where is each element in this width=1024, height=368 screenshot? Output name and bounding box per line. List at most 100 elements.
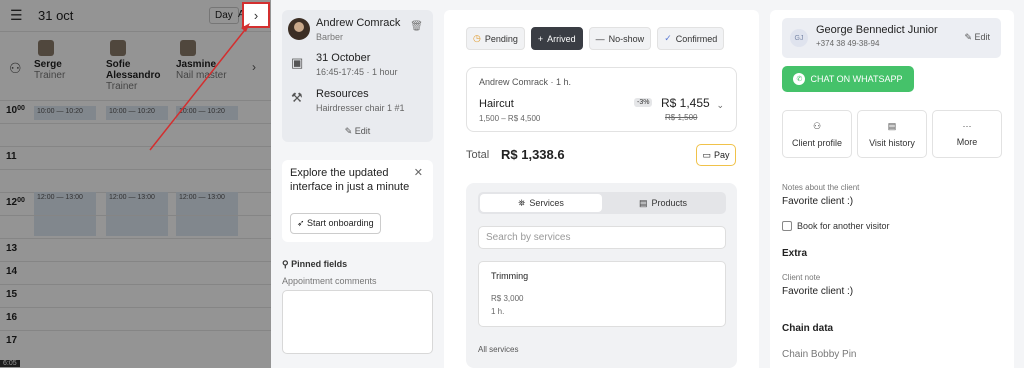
service-name: Haircut [479, 98, 514, 110]
clock-icon: ◷ [473, 33, 481, 43]
annotation-arrow [149, 23, 250, 151]
client-avatar: GJ [790, 29, 808, 47]
status-confirmed-button[interactable]: ✓ Confirmed [657, 27, 725, 50]
catalog-tabs: ⛯ Services ▤ Products [478, 192, 726, 214]
master-name: Andrew Comrack [316, 17, 401, 29]
pin-icon: ⚲ [282, 259, 292, 269]
avatar [110, 40, 126, 56]
appointment-slot[interactable]: 10:00 — 10:20 [34, 106, 96, 120]
history-icon: ▤ [887, 121, 897, 131]
master-edit-button[interactable]: ✎ Edit [282, 126, 433, 137]
appointment-panel: ◷ Pending + Arrived — No-show ✓ Confirmed An… [444, 10, 759, 368]
client-panel: GJ George Bennedict Junior +374 38 49-38… [770, 10, 1014, 368]
client-profile-button[interactable]: ⚇ Client profile [782, 110, 852, 158]
chevron-down-icon[interactable]: ⌄ [716, 100, 724, 111]
total-value: R$ 1,338.6 [501, 147, 565, 162]
selected-service-card[interactable]: Andrew Comrack · 1 h. Haircut 1,500 – R$… [466, 67, 737, 132]
service-header: Andrew Comrack · 1 h. [479, 77, 572, 87]
more-button[interactable]: ··· More [932, 110, 1002, 158]
services-icon: ⛯ [518, 197, 526, 208]
item-name: Trimming [491, 271, 529, 281]
calendar-icon: ▣ [291, 55, 304, 70]
service-list-item[interactable]: Trimming R$ 3,000 1 h. [478, 261, 726, 327]
item-price: R$ 3,000 [491, 294, 524, 303]
status-arrived-button[interactable]: + Arrived [530, 27, 583, 50]
status-no-show-button[interactable]: — No-show [588, 27, 652, 50]
visit-history-button[interactable]: ▤ Visit history [857, 110, 927, 158]
check-icon: ✓ [664, 33, 672, 43]
appointment-comments-label: Appointment comments [282, 276, 377, 286]
resources-label: Resources [316, 88, 369, 100]
hour-row: 17 [0, 330, 271, 353]
hour-label: 15 [6, 289, 18, 300]
hour-row [0, 169, 271, 192]
hour-label: 17 [6, 335, 18, 346]
service-search-input[interactable]: Search by services [478, 226, 726, 249]
menu-icon[interactable]: ☰ [10, 7, 24, 24]
plus-icon: + [537, 33, 544, 44]
trash-icon[interactable]: 🗑 [410, 21, 423, 32]
avatar [38, 40, 54, 56]
item-duration: 1 h. [491, 307, 505, 316]
staff-name: Serge [34, 59, 62, 70]
total-label: Total [466, 149, 490, 161]
all-services-label: All services [478, 345, 519, 354]
tab-services[interactable]: ⛯ Services [480, 194, 602, 212]
client-note-value: Favorite client :) [782, 286, 854, 297]
master-avatar [288, 18, 310, 40]
hammer-icon: ⚒ [291, 90, 303, 105]
client-edit-button[interactable]: ✎ Edit [964, 32, 990, 43]
client-card[interactable]: GJ George Bennedict Junior +374 38 49-38… [782, 18, 1001, 58]
tab-products[interactable]: ▤ Products [602, 194, 724, 212]
resources-value: Hairdresser chair 1 #1 [316, 103, 405, 113]
chain-data-title: Chain data [782, 323, 834, 334]
notes-label: Notes about the client [782, 183, 860, 192]
staff-column-serge[interactable]: Serge Trainer [34, 40, 104, 81]
staff-role: Trainer [34, 70, 66, 81]
current-time-badge: 6:05 [0, 360, 20, 367]
client-note-label: Client note [782, 273, 821, 282]
close-icon[interactable]: ✕ [414, 166, 423, 179]
hour-row: 16 [0, 307, 271, 330]
hour-row: 15 [0, 284, 271, 307]
client-phone: +374 38 49-38-94 [816, 39, 880, 48]
chain-data-value: Chain Bobby Pin [782, 349, 857, 360]
pinned-fields-title: ⚲ Pinned fields [282, 259, 348, 269]
catalog-box: ⛯ Services ▤ Products Search by services T… [466, 183, 737, 368]
wallet-icon: ▭ [702, 149, 711, 160]
user-icon: ⚇ [812, 121, 822, 131]
book-for-another-checkbox[interactable]: Book for another visitor [782, 221, 890, 231]
master-card: Andrew Comrack Barber 🗑 ▣ 31 October 16:… [282, 10, 433, 142]
more-icon: ··· [962, 121, 972, 131]
start-onboarding-button[interactable]: ➶ Start onboarding [290, 213, 381, 234]
whatsapp-icon: ✆ [793, 73, 806, 85]
hour-label: 13 [6, 243, 18, 254]
checkbox-box [782, 221, 792, 231]
service-price: R$ 1,455 [661, 96, 710, 110]
calendar-date: 31 oct [38, 8, 74, 23]
products-icon: ▤ [638, 197, 648, 208]
hour-row: 13 [0, 238, 271, 261]
onboarding-card: Explore the updated interface in just a … [282, 160, 433, 242]
service-price-range: 1,500 – R$ 4,500 [479, 114, 541, 123]
appointment-date: 31 October [316, 52, 371, 64]
status-pending-button[interactable]: ◷ Pending [466, 27, 525, 50]
extra-title: Extra [782, 248, 808, 259]
pay-button[interactable]: ▭ Pay [696, 144, 736, 166]
master-role: Barber [316, 32, 344, 42]
staff-filter-icon[interactable]: ⚇ [9, 60, 22, 77]
whatsapp-button[interactable]: ✆ CHAT ON WHATSAPP [782, 66, 914, 92]
discount-badge: -3% [634, 98, 653, 107]
hour-label: 16 [6, 312, 18, 323]
pencil-icon: ✎ [964, 32, 975, 42]
hour-label: 1000 [6, 105, 25, 116]
service-old-price: R$ 1,500 [665, 113, 698, 122]
client-name: George Bennedict Junior [816, 24, 938, 36]
notes-value: Favorite client :) [782, 196, 854, 207]
hour-label: 14 [6, 266, 18, 277]
rocket-icon: ➶ [297, 218, 308, 228]
pencil-icon: ✎ [344, 126, 355, 136]
hour-row: 14 [0, 261, 271, 284]
minus-icon: — [595, 33, 605, 44]
appointment-comments-field[interactable] [282, 290, 433, 354]
